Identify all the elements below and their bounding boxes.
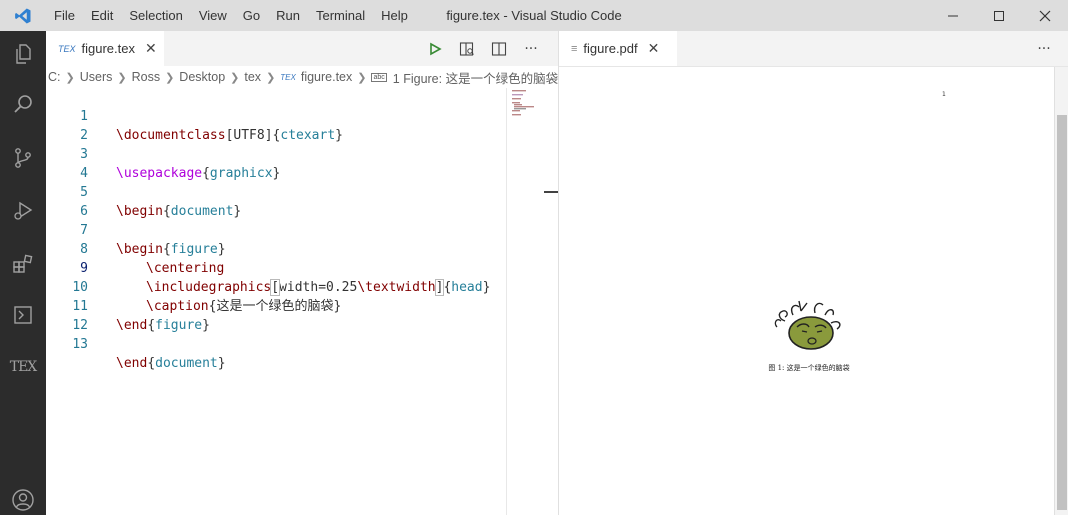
editor-actions-right: ···: [1028, 31, 1060, 66]
files-icon: [16, 44, 31, 64]
code-line: 5 \begin{document}: [46, 164, 506, 219]
tex-button[interactable]: TEX: [0, 344, 46, 390]
extensions-icon: [13, 254, 33, 273]
tex-file-icon: TEX: [58, 43, 76, 54]
line-number: 13: [72, 337, 88, 352]
breadcrumb: C: ❯ Users ❯ Ross ❯ Desktop ❯ tex ❯ TEX …: [46, 66, 558, 88]
editor-group-right: ≡ figure.pdf ✕ ··· 1 图 1: 这是一个绿色的脑袋: [559, 31, 1068, 515]
minimap-preview: [512, 90, 534, 116]
pdf-file-icon: ≡: [571, 42, 578, 55]
menu-selection[interactable]: Selection: [121, 0, 190, 31]
scroll-position-marker: [544, 191, 558, 193]
menu-help[interactable]: Help: [373, 0, 416, 31]
menu-view[interactable]: View: [191, 0, 235, 31]
split-editor-icon: [491, 41, 507, 56]
menu-bar: File Edit Selection View Go Run Terminal…: [46, 0, 416, 31]
source-control-icon: [15, 148, 31, 168]
code-line: 12: [46, 297, 506, 333]
tex-icon: TEX: [9, 359, 38, 375]
split-editor-button[interactable]: [483, 31, 515, 66]
code-line: 10 \caption{这是一个绿色的脑袋}: [46, 259, 506, 314]
search-button[interactable]: [0, 81, 46, 127]
code-line: 4: [46, 145, 506, 181]
extensions-button[interactable]: [0, 241, 46, 287]
breadcrumb-item-drive[interactable]: C:: [48, 70, 61, 84]
pdf-scrollbar[interactable]: [1054, 67, 1068, 515]
chevron-right-icon: ❯: [165, 71, 175, 84]
run-debug-button[interactable]: [0, 188, 46, 234]
search-icon: [14, 95, 32, 113]
preview-button[interactable]: [451, 31, 483, 66]
more-actions-button[interactable]: ···: [515, 31, 547, 66]
scrollbar-thumb[interactable]: [1057, 115, 1067, 510]
symbol-string-icon: abc: [371, 72, 387, 82]
code-line: 1 \documentclass[UTF8]{ctexart}: [46, 88, 506, 143]
menu-run[interactable]: Run: [268, 0, 308, 31]
open-preview-icon: [459, 41, 474, 56]
minimize-icon: [948, 15, 958, 16]
run-debug-icon: [14, 201, 33, 220]
activity-bar: TEX: [0, 31, 46, 515]
indent-ruler: [506, 88, 507, 515]
run-button[interactable]: [419, 31, 451, 66]
tab-figure-tex[interactable]: TEX figure.tex ✕: [46, 31, 164, 66]
editor-group-left: TEX figure.tex ✕ ··· C: ❯ Users ❯ Ross ❯…: [46, 31, 558, 515]
breadcrumb-item-file[interactable]: figure.tex: [301, 70, 352, 84]
breadcrumb-item-tex[interactable]: tex: [244, 70, 261, 84]
remote-explorer-button[interactable]: [0, 292, 46, 338]
code-line: 13 \end{document}: [46, 316, 506, 371]
chevron-right-icon: ❯: [266, 71, 276, 84]
code-line: 8 \centering: [46, 221, 506, 276]
breadcrumb-item-desktop[interactable]: Desktop: [179, 70, 225, 84]
pdf-page-number: 1: [942, 91, 946, 98]
breadcrumb-item-symbol[interactable]: 1 Figure: 这是一个绿色的脑袋: [393, 68, 558, 87]
chevron-right-icon: ❯: [357, 71, 367, 84]
close-icon: [1039, 10, 1051, 21]
menu-go[interactable]: Go: [235, 0, 268, 31]
ellipsis-icon: ···: [524, 40, 538, 57]
code-line: 6: [46, 183, 506, 219]
code-line: 11 \end{figure}: [46, 278, 506, 333]
source-control-button[interactable]: [0, 135, 46, 181]
terminal-icon: [14, 306, 32, 324]
close-window-button[interactable]: [1022, 0, 1068, 31]
tab-label: figure.tex: [81, 41, 135, 56]
menu-file[interactable]: File: [46, 0, 83, 31]
minimize-button[interactable]: [930, 0, 976, 31]
line-content: \end{document}: [116, 356, 226, 371]
accounts-button[interactable]: [0, 477, 46, 515]
code-line: 2: [46, 107, 506, 143]
vscode-logo-icon: [0, 0, 46, 31]
code-line: 7 \begin{figure}: [46, 202, 506, 257]
chevron-right-icon: ❯: [117, 71, 127, 84]
menu-edit[interactable]: Edit: [83, 0, 121, 31]
play-icon: [430, 42, 442, 55]
account-icon: [12, 489, 34, 511]
breadcrumb-item-users[interactable]: Users: [80, 70, 113, 84]
code-line: 9 \includegraphics[width=0.25\textwidth]…: [46, 240, 506, 296]
explorer-button[interactable]: [0, 31, 46, 77]
tab-close-icon[interactable]: ✕: [145, 40, 157, 57]
tab-label: figure.pdf: [583, 41, 638, 56]
more-actions-button[interactable]: ···: [1028, 31, 1060, 66]
title-bar: File Edit Selection View Go Run Terminal…: [0, 0, 1068, 31]
chevron-right-icon: ❯: [65, 71, 75, 84]
maximize-button[interactable]: [976, 0, 1022, 31]
figure-caption: 图 1: 这是一个绿色的脑袋: [768, 364, 850, 372]
tex-file-icon: TEX: [280, 72, 296, 82]
tab-close-icon[interactable]: ✕: [648, 40, 660, 57]
green-head-figure: [774, 300, 841, 350]
maximize-icon: [994, 10, 1004, 21]
editor-actions: ···: [419, 31, 547, 66]
code-line: 3 \usepackage{graphicx}: [46, 126, 506, 181]
window-controls: [930, 0, 1068, 31]
tab-figure-pdf[interactable]: ≡ figure.pdf ✕: [559, 31, 677, 66]
ellipsis-icon: ···: [1037, 40, 1051, 57]
breadcrumb-item-ross[interactable]: Ross: [132, 70, 160, 84]
pdf-viewer[interactable]: 1 图 1: 这是一个绿色的脑袋: [559, 66, 1068, 515]
minimap[interactable]: [508, 88, 544, 515]
menu-terminal[interactable]: Terminal: [308, 0, 373, 31]
chevron-right-icon: ❯: [230, 71, 240, 84]
